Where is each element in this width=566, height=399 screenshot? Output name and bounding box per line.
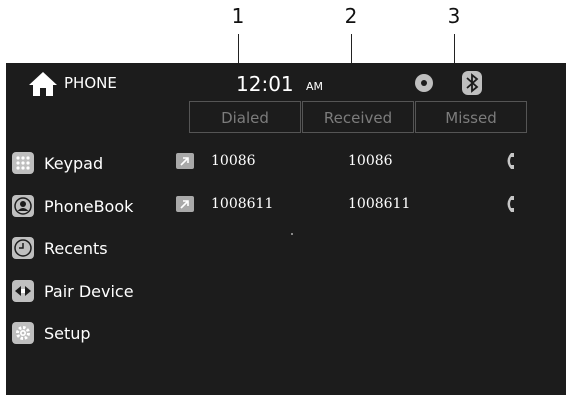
clock-time: 12:01 [236,72,294,96]
call-name[interactable]: 1008611 [348,196,410,212]
clock-ampm: AM [306,80,324,93]
call-phone-icon[interactable] [498,194,518,218]
sidebar-item-pair-device[interactable]: Pair Device [12,278,134,304]
home-icon[interactable] [28,71,58,97]
callout-1: 1 [231,4,245,28]
scroll-dot [291,233,293,235]
call-phone-icon[interactable] [498,151,518,175]
call-name[interactable]: 10086 [348,153,393,169]
sidebar-item-recents[interactable]: Recents [12,235,108,261]
pair-device-icon [12,280,34,302]
gear-icon [12,322,34,344]
sidebar-item-phonebook[interactable]: PhoneBook [12,193,133,219]
sidebar-item-keypad[interactable]: Keypad [12,150,103,176]
clock-icon [12,237,34,259]
dialed-arrow-icon [176,153,194,169]
sidebar-item-label: Keypad [44,153,104,173]
phonebook-icon [12,195,34,217]
tab-dialed[interactable]: Dialed [189,101,301,133]
sidebar-item-label: Setup [44,323,91,343]
sidebar-item-label: PhoneBook [44,196,134,216]
callout-2: 2 [344,4,358,28]
dialed-arrow-icon [176,196,194,212]
sidebar-item-label: Pair Device [44,281,134,301]
sidebar-item-setup[interactable]: Setup [12,320,91,346]
call-number[interactable]: 10086 [211,153,256,169]
app-title: PHONE [64,74,117,92]
call-number[interactable]: 1008611 [211,196,273,212]
keypad-icon [12,152,34,174]
disc-icon [414,73,434,97]
phone-screen: PHONE 12:01 AM Dialed Received Missed Ke [6,63,566,395]
tab-received[interactable]: Received [302,101,414,133]
sidebar-item-label: Recents [44,238,108,258]
tab-missed[interactable]: Missed [415,101,527,133]
callout-3: 3 [447,4,461,28]
bluetooth-icon [462,71,482,99]
